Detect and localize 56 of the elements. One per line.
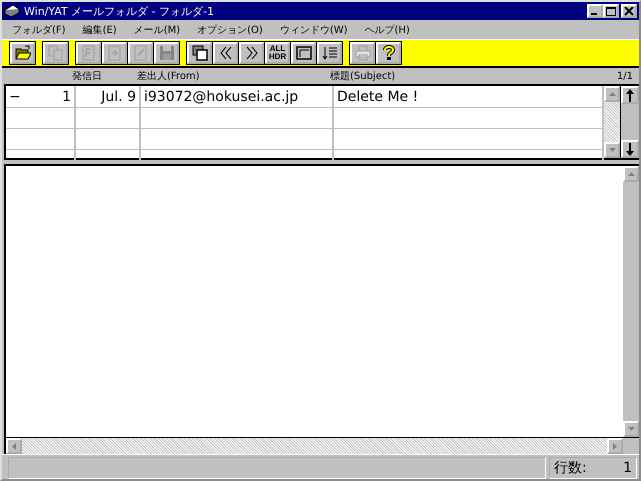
column-header[interactable]: 標題(Subject) bbox=[330, 69, 617, 83]
sort-icon bbox=[322, 45, 338, 61]
menu-item[interactable]: オプション(O) bbox=[191, 22, 269, 36]
close-button[interactable] bbox=[621, 4, 637, 18]
toolbar-button[interactable] bbox=[187, 42, 212, 64]
subject-cell: Delete Me ! bbox=[337, 88, 418, 104]
menu-item[interactable]: メール(M) bbox=[128, 22, 186, 36]
date-cell: Jul. 9 bbox=[101, 88, 136, 104]
windows-icon bbox=[192, 45, 208, 61]
toolbar-button[interactable] bbox=[317, 42, 342, 64]
down-triangle-icon bbox=[608, 148, 616, 152]
status-mark: − bbox=[9, 88, 21, 104]
column-header[interactable]: 差出人(From) bbox=[137, 69, 330, 83]
toolbar-button[interactable] bbox=[10, 42, 35, 64]
frame-icon bbox=[296, 45, 312, 61]
message-number: 1 bbox=[62, 88, 71, 104]
page-icon bbox=[80, 45, 96, 61]
horizontal-scrollbar[interactable] bbox=[6, 438, 623, 454]
minimize-icon bbox=[590, 12, 596, 14]
printer-icon bbox=[354, 45, 370, 61]
menu-item[interactable]: ウィンドウ(W) bbox=[274, 22, 354, 36]
close-icon bbox=[624, 6, 634, 16]
double-right-chevron-icon bbox=[244, 45, 260, 61]
down-arrow-icon bbox=[626, 142, 634, 156]
maximize-icon bbox=[606, 6, 616, 16]
toolbar-button[interactable] bbox=[239, 42, 264, 64]
right-triangle-icon bbox=[612, 442, 618, 450]
copy-icon bbox=[48, 45, 64, 61]
up-arrow-icon bbox=[626, 88, 634, 102]
window-title: Win/YAT メールフォルダ - フォルダ-1 bbox=[24, 4, 216, 18]
next-message-button[interactable] bbox=[621, 140, 639, 158]
up-triangle-icon bbox=[608, 92, 616, 96]
page-indicator: 1/1 bbox=[616, 70, 634, 82]
folder-icon bbox=[14, 45, 30, 61]
column-header[interactable]: 発信日 bbox=[72, 69, 137, 83]
minimize-button[interactable] bbox=[587, 4, 603, 18]
down-triangle-icon bbox=[628, 426, 634, 432]
line-count-value: 1 bbox=[623, 460, 632, 476]
toolbar-button[interactable] bbox=[213, 42, 238, 64]
left-triangle-icon bbox=[12, 442, 16, 450]
menu-item[interactable]: フォルダ(F) bbox=[6, 22, 72, 36]
sender-cell: i93072@hokusei.ac.jp bbox=[144, 88, 298, 104]
toolbar-button[interactable] bbox=[376, 42, 401, 64]
menu-item[interactable]: ヘルプ(H) bbox=[358, 22, 416, 36]
menu-item[interactable]: 編集(E) bbox=[76, 22, 123, 36]
double-left-chevron-icon bbox=[218, 45, 234, 61]
header-toggle-button[interactable]: ALL HDR bbox=[265, 42, 290, 64]
preview-scrollbar[interactable] bbox=[623, 166, 639, 437]
list-scrollbar[interactable] bbox=[604, 86, 620, 158]
page-pen-icon bbox=[132, 45, 148, 61]
up-triangle-icon bbox=[628, 172, 634, 176]
help-icon bbox=[380, 45, 396, 61]
line-count-label: 行数: bbox=[554, 459, 587, 477]
toolbar-button[interactable] bbox=[291, 42, 316, 64]
maximize-button[interactable] bbox=[603, 4, 619, 18]
previous-message-button[interactable] bbox=[621, 86, 639, 104]
